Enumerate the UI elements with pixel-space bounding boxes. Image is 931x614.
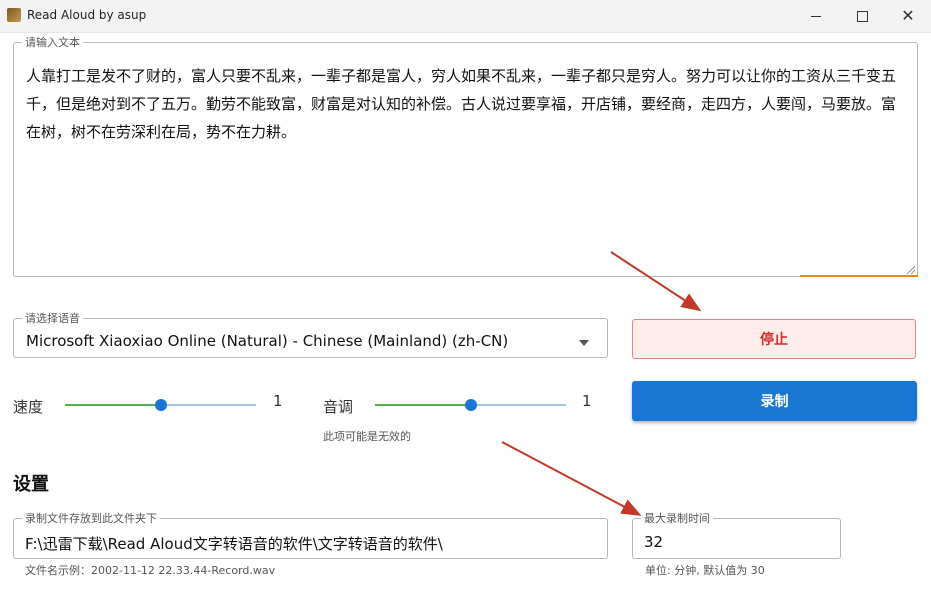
pitch-slider-track bbox=[471, 404, 566, 406]
speed-slider-fill bbox=[65, 404, 161, 406]
folder-input-value[interactable]: F:\迅雷下载\Read Aloud文字转语音的软件\文字转语音的软件\ bbox=[25, 533, 443, 554]
pitch-slider-fill bbox=[375, 404, 471, 406]
pitch-value: 1 bbox=[582, 392, 592, 410]
app-icon bbox=[7, 8, 21, 22]
text-input-value[interactable]: 人靠打工是发不了财的，富人只要不乱来，一辈子都是富人，穷人如果不乱来，一辈子都只… bbox=[26, 62, 909, 146]
focus-underline bbox=[800, 275, 918, 277]
pitch-slider-thumb[interactable] bbox=[465, 399, 477, 411]
folder-input-field[interactable]: 录制文件存放到此文件夹下 F:\迅雷下载\Read Aloud文字转语音的软件\… bbox=[13, 513, 608, 559]
window-title: Read Aloud by asup bbox=[27, 8, 147, 22]
record-button[interactable]: 录制 bbox=[632, 381, 917, 421]
chevron-down-icon[interactable] bbox=[579, 340, 589, 346]
filename-example: 文件名示例：2002-11-12 22.33.44-Record.wav bbox=[25, 564, 276, 577]
max-duration-hint: 单位: 分钟, 默认值为 30 bbox=[645, 564, 765, 577]
text-input-label: 请输入文本 bbox=[25, 36, 80, 49]
text-input-field[interactable]: 请输入文本 人靠打工是发不了财的，富人只要不乱来，一辈子都是富人，穷人如果不乱来… bbox=[13, 37, 918, 277]
maximize-icon bbox=[856, 10, 868, 22]
arrow-to-max-duration bbox=[501, 441, 642, 516]
title-bar: Read Aloud by asup ✕ bbox=[0, 0, 931, 33]
folder-input-label: 录制文件存放到此文件夹下 bbox=[25, 512, 157, 525]
speed-value: 1 bbox=[273, 392, 283, 410]
maximize-button[interactable] bbox=[839, 0, 885, 32]
speed-slider[interactable] bbox=[65, 399, 256, 411]
stop-button[interactable]: 停止 bbox=[632, 319, 916, 359]
speed-label: 速度 bbox=[13, 398, 44, 416]
max-duration-label: 最大录制时间 bbox=[644, 512, 710, 525]
pitch-label: 音调 bbox=[323, 398, 354, 416]
settings-title: 设置 bbox=[13, 474, 49, 495]
voice-select[interactable]: 请选择语音 Microsoft Xiaoxiao Online (Natural… bbox=[13, 313, 608, 358]
pitch-slider[interactable] bbox=[375, 399, 566, 411]
voice-select-value[interactable]: Microsoft Xiaoxiao Online (Natural) - Ch… bbox=[26, 332, 508, 350]
close-icon: ✕ bbox=[901, 6, 915, 25]
resize-grip-icon[interactable] bbox=[907, 266, 915, 274]
pitch-hint: 此项可能是无效的 bbox=[323, 430, 411, 443]
close-button[interactable]: ✕ bbox=[885, 0, 931, 32]
minimize-icon bbox=[811, 15, 821, 17]
voice-select-label: 请选择语音 bbox=[25, 312, 80, 325]
speed-slider-thumb[interactable] bbox=[155, 399, 167, 411]
max-duration-field[interactable]: 最大录制时间 32 bbox=[632, 513, 841, 559]
speed-slider-track bbox=[161, 404, 256, 406]
minimize-button[interactable] bbox=[793, 0, 839, 32]
max-duration-value[interactable]: 32 bbox=[644, 533, 663, 551]
